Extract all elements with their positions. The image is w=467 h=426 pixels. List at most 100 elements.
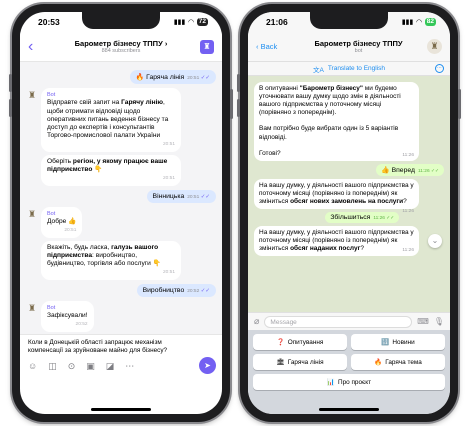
keyboard-row: 📊 Про проєкт <box>253 374 445 390</box>
notch <box>310 12 388 29</box>
message-bubble[interactable]: Збільшиться 11:26 ✓✓ <box>325 212 400 224</box>
keyboard-button[interactable]: 🔥 Гаряча тема <box>351 354 445 370</box>
message-bubble[interactable]: Оберіть регіон, у якому працює ваше підп… <box>41 155 181 186</box>
compose-area[interactable]: Коли в Донецькій області запрацює механі… <box>20 334 222 380</box>
emoji-icon[interactable]: ☺ <box>28 361 37 371</box>
keyboard-button[interactable]: 🏛 Гаряча лінія <box>253 354 347 370</box>
chat-title-block[interactable]: Барометр бізнесу ТППУ › 884 subscribers <box>42 39 200 54</box>
message-time: 11:26 <box>402 209 414 215</box>
incoming-message: На вашу думку, у діяльності вашого підпр… <box>254 178 444 214</box>
message-text: Добре 👍 <box>47 218 77 226</box>
chart-icon: 📊 <box>326 379 335 386</box>
message-text: обсяг наданих послуг <box>290 245 361 253</box>
message-text: В опитуванні <box>259 85 300 92</box>
signal-icon: ▮▮▮ <box>173 19 186 26</box>
home-indicator <box>319 408 379 411</box>
keyboard-button[interactable]: ❓ Опитування <box>253 334 347 350</box>
message-bubble[interactable]: Виробництво 20:52 ✓✓ <box>136 284 216 298</box>
message-bubble[interactable]: 👍 Вперед 11:26 ✓✓ <box>376 163 444 176</box>
message-input[interactable]: Message <box>264 315 413 328</box>
message-input-bar: ⌀ Message ⌨ 🎙 <box>248 312 450 330</box>
message-time: 20:52 <box>187 289 200 295</box>
message-bubble[interactable]: В опитуванні "Барометр бізнесу" ми будем… <box>254 82 419 161</box>
keyboard-button[interactable]: 🔢 Новини <box>351 334 445 350</box>
bot-keyboard: ❓ Опитування 🔢 Новини 🏛 Гаряча лінія 🔥 Гаряча т… <box>248 330 450 414</box>
chat-subtitle: bot <box>354 48 363 54</box>
message-bubble[interactable]: Вкажіть, будь ласка, галузь вашого підпр… <box>41 240 181 281</box>
back-button[interactable]: ‹ Back <box>256 42 290 51</box>
volume-up-button <box>9 74 12 92</box>
phone-telegram: 21:06 ▮▮▮ ◠ 82 ‹ Back Барометр бізнесу Т… <box>237 4 461 422</box>
microphone-icon[interactable]: 🎙 <box>434 317 444 326</box>
subscriber-count: 884 subscribers <box>101 48 141 54</box>
message-bubble[interactable]: Вінницька 20:51 ✓✓ <box>146 189 216 203</box>
keyboard-button-label: Про проєкт <box>337 378 372 386</box>
chat-title-block[interactable]: Барометр бізнесу ТППУ bot <box>290 39 427 54</box>
status-time: 20:53 <box>38 17 60 27</box>
message-time: 11:26 <box>402 248 414 254</box>
fire-icon: 🔥 <box>135 74 147 81</box>
keyboard-button-label: Гаряча лінія <box>287 358 324 366</box>
message-time: 11:26 <box>402 152 414 158</box>
home-indicator <box>91 408 151 411</box>
status-icons: ▮▮▮ ◠ 82 <box>402 18 436 26</box>
attach-icon[interactable]: ⌀ <box>254 316 259 327</box>
keyboard-button[interactable]: 📊 Про проєкт <box>253 374 445 390</box>
message-text: ми будемо уточнювати вашу думку щодо змі… <box>259 85 401 157</box>
notch <box>82 12 160 29</box>
bot-icon[interactable]: ♜ <box>200 39 214 54</box>
bot-avatar-icon: ♜ <box>27 90 37 100</box>
message-time: 20:51 <box>187 76 200 81</box>
message-bubble[interactable]: Bot Добре 👍 20:51 <box>41 206 83 238</box>
scroll-down-icon[interactable]: ⌄ <box>428 234 442 248</box>
gallery-icon[interactable]: ▣ <box>86 361 95 372</box>
power-button <box>458 89 461 119</box>
bot-avatar-icon: ♜ <box>27 303 37 314</box>
bot-avatar-icon[interactable]: ♜ <box>427 39 442 54</box>
building-icon: 🏛 <box>276 359 285 366</box>
message-bubble[interactable]: Bot Зафіксували! 20:52 <box>41 301 94 332</box>
message-text: "Барометр бізнесу" <box>299 85 363 92</box>
message-time: 20:52 <box>75 321 88 327</box>
more-icon[interactable]: ⋯ <box>125 361 134 372</box>
message-text: Збільшиться <box>330 214 371 222</box>
camera-icon[interactable]: ⊙ <box>68 361 76 372</box>
message-text: Вінницька <box>152 192 185 200</box>
compose-input[interactable]: Коли в Донецькій області запрацює механі… <box>28 339 178 355</box>
fire-icon: 🔥 <box>374 359 383 366</box>
news-icon: 🔢 <box>381 339 390 346</box>
gif-icon[interactable]: ◪ <box>106 361 115 372</box>
signal-icon: ▮▮▮ <box>401 19 414 26</box>
message-text: Гаряча лінія <box>146 74 185 81</box>
message-bubble[interactable]: 🔥 Гаряча лінія 20:51 ✓✓ <box>129 70 216 84</box>
outgoing-message: Виробництво 20:52 ✓✓ <box>26 284 216 298</box>
message-bubble[interactable]: На вашу думку, у діяльності вашого підпр… <box>254 178 419 214</box>
phone-viber: 20:53 ▮▮▮ ◠ 72 ‹ Барометр бізнесу ТППУ ›… <box>9 4 233 422</box>
send-icon[interactable]: ➤ <box>199 357 216 374</box>
keyboard-icon[interactable]: ⌨ <box>417 317 429 326</box>
telegram-message-list[interactable]: В опитуванні "Барометр бізнесу" ми будем… <box>248 76 450 312</box>
chevron-left-icon[interactable]: ‹ <box>28 38 42 56</box>
chat-title: Барометр бізнесу ТППУ <box>314 39 403 48</box>
sticker-icon[interactable]: ◫ <box>48 361 57 372</box>
chat-header: ‹ Back Барометр бізнесу ТППУ bot ♜ <box>248 32 450 62</box>
message-text: ? <box>403 198 407 206</box>
power-button <box>230 89 233 119</box>
translate-bar[interactable]: 文A Translate to English ⋯ <box>248 62 450 76</box>
volume-up-button <box>237 74 240 92</box>
message-text: ? <box>360 245 364 253</box>
translate-label: Translate to English <box>327 65 386 72</box>
outgoing-message: 👍 Вперед 11:26 ✓✓ <box>254 163 444 176</box>
status-icons: ▮▮▮ ◠ 72 <box>174 18 208 26</box>
read-check-icon: ✓✓ <box>199 193 210 200</box>
question-icon: ❓ <box>276 339 285 346</box>
message-bubble[interactable]: Bot Відправте свій запит на Гарячу лінію,… <box>41 88 181 153</box>
message-bubble[interactable]: На вашу думку, у діяльності вашого підпр… <box>254 226 419 257</box>
viber-message-list[interactable]: 🔥 Гаряча лінія 20:51 ✓✓ ♜ Bot Відправте свій… <box>20 62 222 334</box>
message-text: Гарячу лінію <box>121 99 164 107</box>
battery-icon: 72 <box>196 18 208 26</box>
keyboard-row: ❓ Опитування 🔢 Новини <box>253 334 445 350</box>
translate-icon: 文A <box>312 66 324 74</box>
more-options-icon[interactable]: ⋯ <box>435 64 444 73</box>
keyboard-button-label: Новини <box>392 338 415 346</box>
